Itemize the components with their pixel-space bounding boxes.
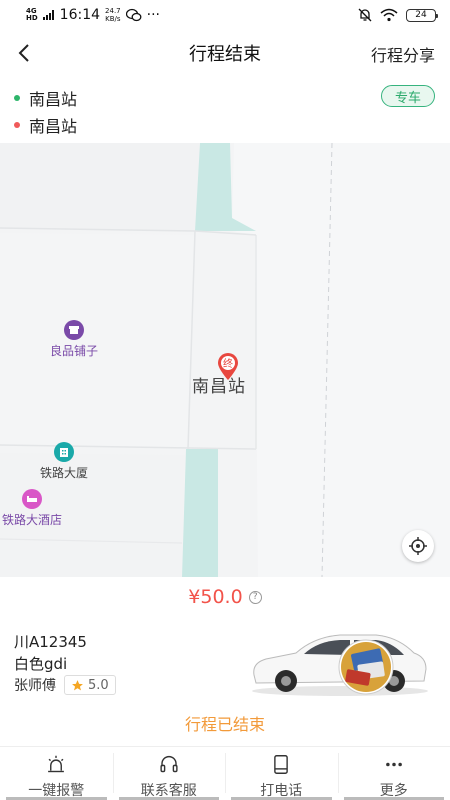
status-right: 24 bbox=[358, 8, 438, 22]
fare[interactable]: ¥50.0 ? bbox=[0, 586, 450, 608]
driver-name: 张师傅 bbox=[14, 678, 56, 694]
star-icon bbox=[72, 679, 83, 690]
headset-icon bbox=[160, 755, 178, 773]
question-circle-icon[interactable]: ? bbox=[248, 590, 262, 604]
end-location: 南昌站 bbox=[29, 117, 78, 136]
emergency-alarm-button[interactable]: 一键报警 bbox=[0, 747, 113, 800]
phone-icon bbox=[274, 755, 289, 774]
end-dot-icon bbox=[14, 122, 20, 128]
network-speed: 24.7 KB/s bbox=[105, 7, 121, 23]
mute-bell-icon bbox=[358, 8, 372, 22]
poi-tielu-dajiudian[interactable]: 铁路大酒店 bbox=[2, 489, 62, 528]
status-time: 16:14 bbox=[59, 7, 101, 23]
car-description: 白色gdi bbox=[14, 655, 68, 673]
hotel-icon bbox=[22, 489, 42, 509]
fare-amount: ¥50.0 bbox=[188, 586, 243, 608]
status-bar: 4G HD 16:14 24.7 KB/s ··· 24 bbox=[0, 0, 450, 30]
customer-service-button[interactable]: 联系客服 bbox=[112, 747, 226, 800]
route-summary: 南昌站 南昌站 专车 bbox=[0, 82, 450, 140]
back-button[interactable] bbox=[10, 38, 38, 68]
end-marker-text: 终 bbox=[223, 359, 233, 370]
poi-label: 铁路大酒店 bbox=[2, 513, 63, 527]
more-button[interactable]: 更多 bbox=[337, 747, 450, 800]
rating-value: 5.0 bbox=[88, 677, 109, 693]
signal-icon bbox=[42, 10, 54, 20]
wifi-icon bbox=[380, 8, 398, 22]
trip-status: 行程已结束 bbox=[184, 715, 265, 734]
trip-share-button[interactable]: 行程分享 bbox=[371, 42, 435, 66]
poi-tielu-dasha[interactable]: 铁路大厦 bbox=[40, 442, 88, 481]
start-location: 南昌站 bbox=[29, 90, 78, 109]
map-station-label: 南昌站 bbox=[192, 377, 246, 397]
call-driver-button[interactable]: 打电话 bbox=[225, 747, 338, 800]
ride-type-badge: 专车 bbox=[381, 85, 435, 107]
route-end: 南昌站 bbox=[14, 113, 77, 137]
status-more: ··· bbox=[146, 7, 160, 23]
bottom-bar: 一键报警 联系客服 打电话 更多 bbox=[0, 746, 450, 800]
wechat-icon bbox=[125, 8, 142, 22]
shop-icon bbox=[64, 320, 84, 340]
locate-button[interactable] bbox=[402, 530, 434, 562]
crosshair-icon bbox=[409, 537, 427, 555]
network-indicator: 4G HD bbox=[26, 7, 38, 22]
page-title: 行程结束 bbox=[189, 44, 261, 65]
alarm-light-icon bbox=[48, 755, 65, 773]
driver-row: 张师傅 5.0 bbox=[14, 675, 116, 695]
poi-liangpinpuzi[interactable]: 良品铺子 bbox=[50, 320, 98, 359]
car-image bbox=[252, 634, 428, 696]
license-plate: 川A12345 bbox=[14, 633, 87, 651]
poi-label: 良品铺子 bbox=[50, 344, 99, 358]
building-icon bbox=[54, 442, 74, 462]
battery-indicator: 24 bbox=[406, 8, 438, 22]
status-left: 4G HD 16:14 24.7 KB/s ··· bbox=[26, 7, 160, 23]
poi-label: 铁路大厦 bbox=[40, 466, 89, 480]
title-bar: 行程结束 行程分享 bbox=[0, 30, 450, 76]
start-dot-icon bbox=[14, 95, 20, 101]
chevron-left-icon bbox=[18, 44, 29, 62]
driver-rating: 5.0 bbox=[64, 675, 116, 695]
route-start: 南昌站 bbox=[14, 86, 77, 110]
dots-icon bbox=[385, 762, 402, 767]
